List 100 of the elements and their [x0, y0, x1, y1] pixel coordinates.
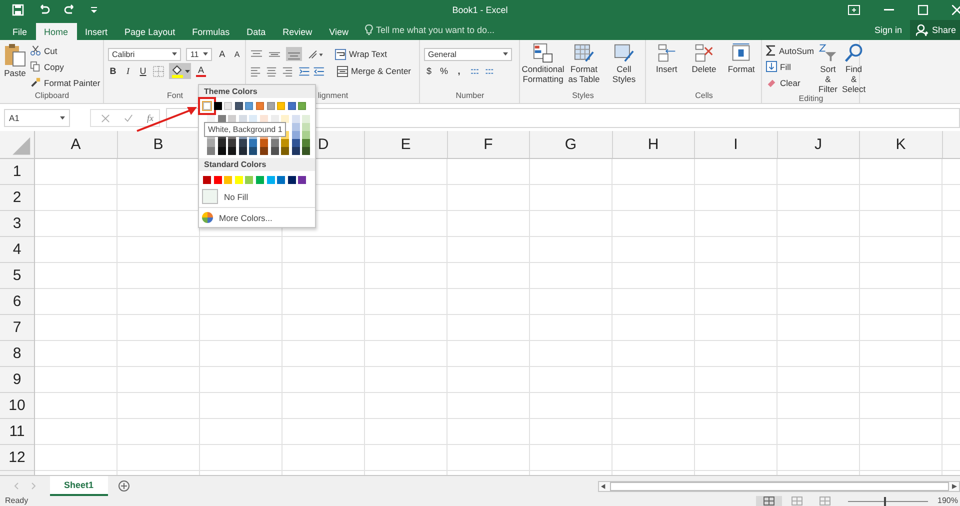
- color-swatch[interactable]: [270, 147, 279, 155]
- merge-center-button[interactable]: Merge & Center: [337, 64, 411, 78]
- fill-button[interactable]: Fill: [766, 59, 814, 74]
- scroll-left-icon[interactable]: [601, 484, 606, 488]
- row-header[interactable]: 8: [0, 341, 34, 367]
- delete-cells-button[interactable]: Delete: [687, 43, 721, 75]
- sheet-tab[interactable]: Sheet1: [50, 476, 108, 496]
- customize-toolbar-icon[interactable]: [90, 6, 98, 14]
- color-swatch[interactable]: [281, 115, 290, 123]
- color-swatch[interactable]: [292, 115, 300, 123]
- color-swatch[interactable]: [292, 131, 300, 139]
- cancel-icon[interactable]: [101, 114, 110, 122]
- column-header[interactable]: E: [365, 131, 448, 158]
- ribbon-tab[interactable]: Formulas: [184, 23, 238, 40]
- row-header[interactable]: 11: [0, 419, 34, 445]
- clear-button[interactable]: Clear: [766, 75, 814, 90]
- color-swatch[interactable]: [260, 147, 268, 155]
- font-color-button[interactable]: A: [196, 65, 206, 77]
- ribbon-tab[interactable]: Page Layout: [116, 23, 184, 40]
- color-swatch[interactable]: [218, 139, 226, 147]
- color-swatch[interactable]: [256, 176, 264, 184]
- color-swatch[interactable]: [224, 176, 232, 184]
- view-mode-icon[interactable]: [756, 496, 782, 506]
- column-header[interactable]: I: [695, 131, 778, 158]
- orientation-icon[interactable]: [307, 48, 324, 60]
- font-name-dropdown[interactable]: Calibri: [108, 48, 182, 60]
- color-swatch[interactable]: [260, 139, 268, 147]
- color-swatch[interactable]: [207, 139, 216, 147]
- color-swatch[interactable]: [292, 147, 300, 155]
- align-top-icon[interactable]: [250, 48, 263, 60]
- fill-color-icon[interactable]: [169, 63, 191, 79]
- decrease-font-button[interactable]: A: [232, 50, 242, 58]
- cut-button[interactable]: Cut: [30, 43, 100, 58]
- align-right-icon[interactable]: [282, 66, 293, 76]
- horizontal-scrollbar[interactable]: [598, 480, 960, 492]
- column-header[interactable]: J: [778, 131, 860, 158]
- autosum-button[interactable]: AutoSum: [766, 43, 814, 58]
- format-as-table-button[interactable]: Format as Table: [566, 43, 602, 85]
- row-header[interactable]: 7: [0, 315, 34, 341]
- color-swatch[interactable]: [288, 176, 296, 184]
- ribbon-tab[interactable]: Review: [274, 23, 321, 40]
- column-header[interactable]: A: [35, 131, 118, 158]
- bold-button[interactable]: B: [108, 66, 118, 76]
- increase-font-button[interactable]: A: [217, 49, 228, 59]
- row-header[interactable]: 2: [0, 185, 34, 211]
- maximize-icon[interactable]: [918, 5, 928, 15]
- find-select-button[interactable]: Find & Select: [842, 43, 866, 94]
- color-swatch[interactable]: [270, 139, 279, 147]
- ribbon-tab[interactable]: Home: [36, 23, 77, 40]
- share-button[interactable]: Share: [910, 20, 960, 40]
- scroll-right-icon[interactable]: [952, 484, 957, 488]
- color-swatch[interactable]: [203, 176, 211, 184]
- insert-function-button[interactable]: fx: [147, 113, 154, 123]
- format-cells-button[interactable]: Format: [724, 43, 758, 75]
- align-bottom-icon[interactable]: [286, 47, 302, 61]
- ribbon-display-icon[interactable]: [848, 5, 860, 15]
- ribbon-tab[interactable]: Insert: [76, 23, 116, 40]
- paste-button[interactable]: Paste: [4, 43, 26, 79]
- color-swatch[interactable]: [238, 147, 247, 155]
- color-swatch[interactable]: [277, 176, 286, 184]
- underline-button[interactable]: U: [138, 66, 148, 76]
- color-swatch[interactable]: [292, 123, 300, 131]
- row-header[interactable]: 1: [0, 159, 34, 185]
- align-left-icon[interactable]: [250, 66, 261, 76]
- redo-icon[interactable]: [64, 4, 76, 16]
- color-swatch[interactable]: [302, 131, 310, 139]
- color-swatch[interactable]: [302, 115, 310, 123]
- color-swatch[interactable]: [234, 176, 243, 184]
- ribbon-tab[interactable]: View: [320, 23, 357, 40]
- row-header[interactable]: 6: [0, 289, 34, 315]
- color-swatch[interactable]: [281, 139, 290, 147]
- cell-grid[interactable]: [35, 159, 960, 475]
- conditional-formatting-button[interactable]: Conditional Formatting: [524, 43, 562, 85]
- wrap-text-button[interactable]: Wrap Text: [335, 46, 387, 62]
- color-swatch[interactable]: [281, 147, 290, 155]
- color-swatch[interactable]: [302, 139, 310, 147]
- borders-icon[interactable]: [153, 66, 164, 76]
- color-swatch[interactable]: [302, 147, 310, 155]
- ribbon-tab[interactable]: Data: [238, 23, 274, 40]
- row-header[interactable]: 5: [0, 263, 34, 289]
- row-header[interactable]: 10: [0, 393, 34, 419]
- column-header[interactable]: G: [530, 131, 612, 158]
- column-header[interactable]: K: [860, 131, 942, 158]
- sort-filter-button[interactable]: Sort & Filter: [818, 43, 838, 94]
- copy-button[interactable]: Copy: [30, 59, 100, 74]
- color-swatch[interactable]: [218, 147, 226, 155]
- row-header[interactable]: 9: [0, 367, 34, 393]
- sign-in-link[interactable]: Sign in: [866, 20, 910, 40]
- currency-button[interactable]: $: [424, 66, 434, 76]
- percent-button[interactable]: %: [439, 66, 449, 76]
- color-swatch[interactable]: [228, 147, 236, 155]
- color-swatch[interactable]: [228, 139, 236, 147]
- minimize-icon[interactable]: [884, 9, 894, 11]
- row-header[interactable]: 12: [0, 445, 34, 471]
- format-painter-button[interactable]: Format Painter: [30, 75, 100, 90]
- color-swatch[interactable]: [298, 176, 306, 184]
- checkmark-icon[interactable]: [124, 114, 133, 122]
- italic-button[interactable]: I: [123, 66, 133, 76]
- color-swatch[interactable]: [266, 176, 275, 184]
- font-size-dropdown[interactable]: 11: [186, 48, 212, 60]
